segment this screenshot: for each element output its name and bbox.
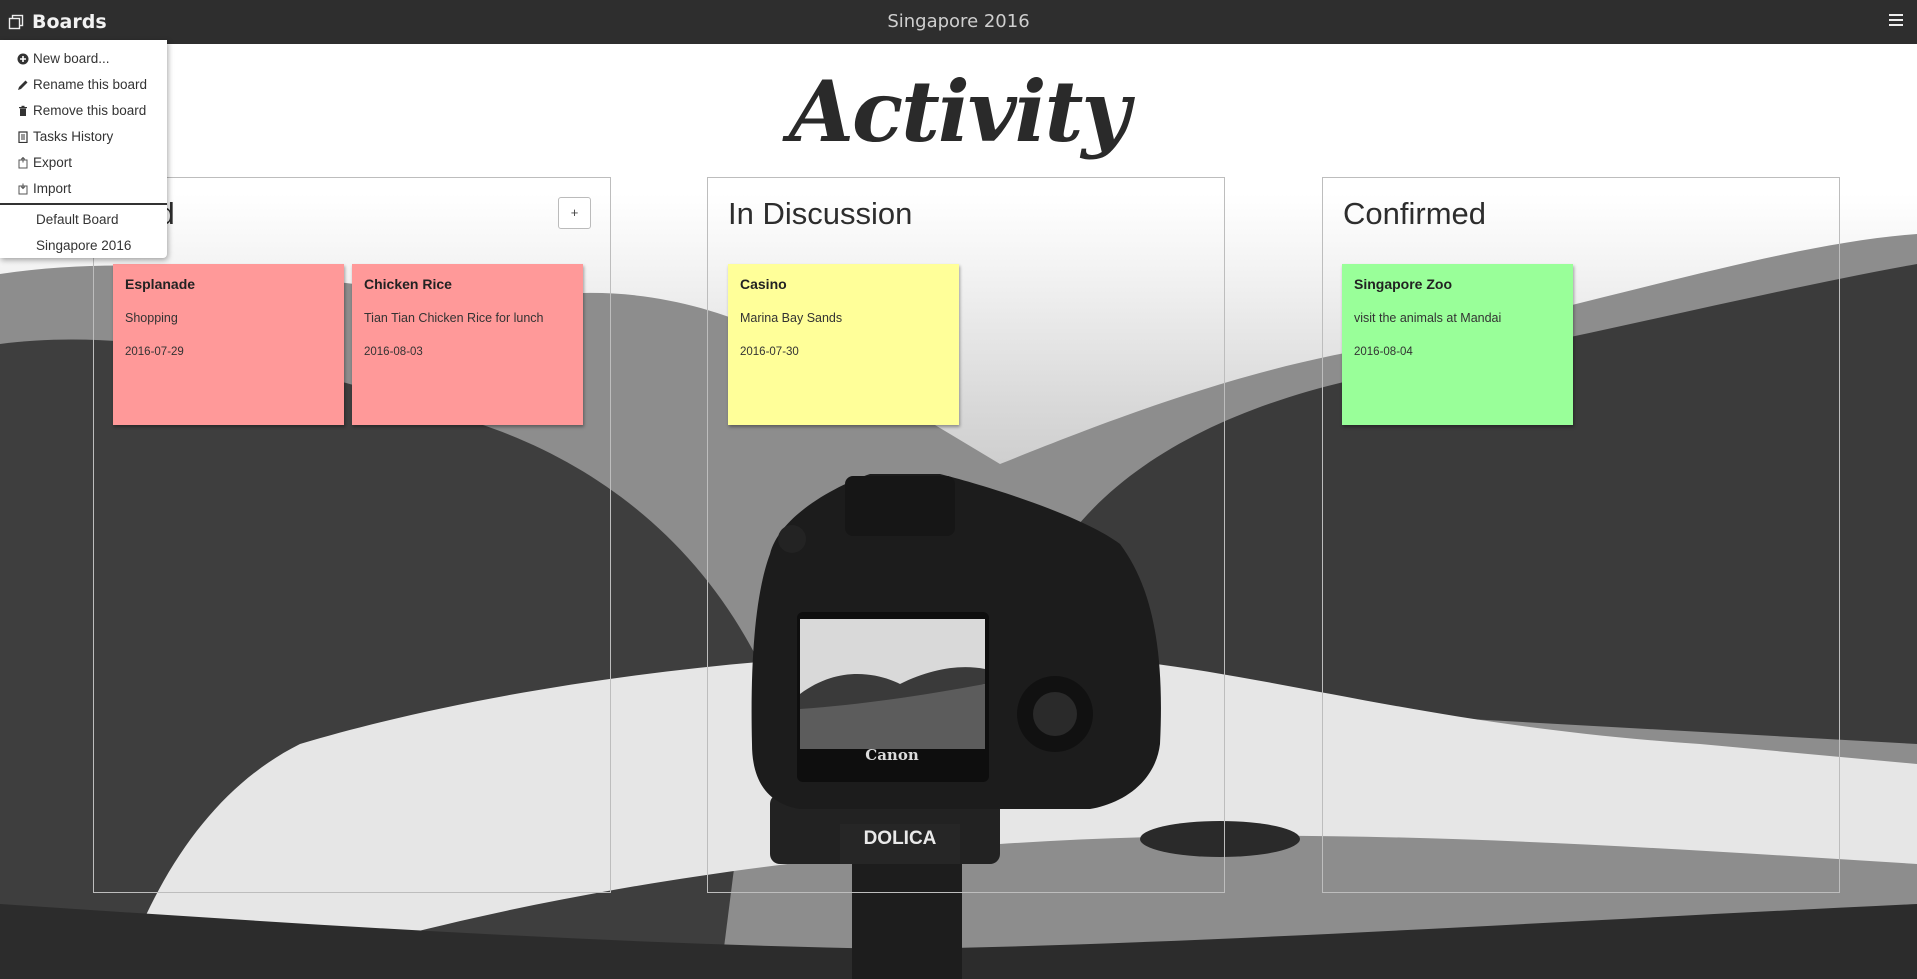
menu-item-tasks-history[interactable]: Tasks History [0,124,167,150]
card-esplanade[interactable]: Esplanade Shopping 2016-07-29 [113,264,344,425]
top-bar: Boards Singapore 2016 [0,0,1917,44]
add-card-button[interactable]: + [558,197,591,229]
card-date: 2016-07-29 [125,346,184,358]
trash-icon [19,105,27,116]
card-description: Marina Bay Sands [740,311,843,325]
card-singapore-zoo[interactable]: Singapore Zoo visit the animals at Manda… [1342,264,1573,425]
card-title: Casino [740,276,787,292]
boards-dropdown-menu: New board... Rename this board Remove th… [0,40,167,258]
card-description: visit the animals at Mandai [1354,311,1502,325]
menu-item-import[interactable]: Import [0,176,167,202]
board-title: Singapore 2016 [887,11,1030,32]
menu-item-remove-board[interactable]: Remove this board [0,98,167,124]
plus-circle-icon [17,53,29,65]
pencil-icon [18,80,28,90]
card-title: Chicken Rice [364,276,452,292]
column-title: In Discussion [728,196,913,231]
menu-item-rename-board[interactable]: Rename this board [0,72,167,98]
import-icon [18,183,28,195]
export-icon [18,157,28,169]
card-casino[interactable]: Casino Marina Bay Sands 2016-07-30 [728,264,959,425]
column-proposed: Proposed + Esplanade Shopping 2016-07-29… [93,177,611,893]
column-in-discussion: In Discussion Casino Marina Bay Sands 20… [707,177,1225,893]
card-description: Tian Tian Chicken Rice for lunch [364,311,544,325]
menu-board-singapore-2016[interactable]: Singapore 2016 [0,233,167,259]
column-title: Confirmed [1343,196,1486,231]
card-date: 2016-08-04 [1354,346,1413,358]
hamburger-menu-icon[interactable] [1889,14,1903,26]
column-confirmed: Confirmed Singapore Zoo visit the animal… [1322,177,1840,893]
card-title: Singapore Zoo [1354,276,1452,292]
card-date: 2016-07-30 [740,346,799,358]
card-description: Shopping [125,311,178,325]
menu-item-export[interactable]: Export [0,150,167,176]
menu-divider [0,203,167,205]
page-heading: Activity [788,62,1130,161]
history-icon [18,131,28,143]
card-date: 2016-08-03 [364,346,423,358]
card-chicken-rice[interactable]: Chicken Rice Tian Tian Chicken Rice for … [352,264,583,425]
card-title: Esplanade [125,276,196,292]
menu-item-new-board[interactable]: New board... [0,46,167,72]
menu-board-default[interactable]: Default Board [0,207,167,233]
